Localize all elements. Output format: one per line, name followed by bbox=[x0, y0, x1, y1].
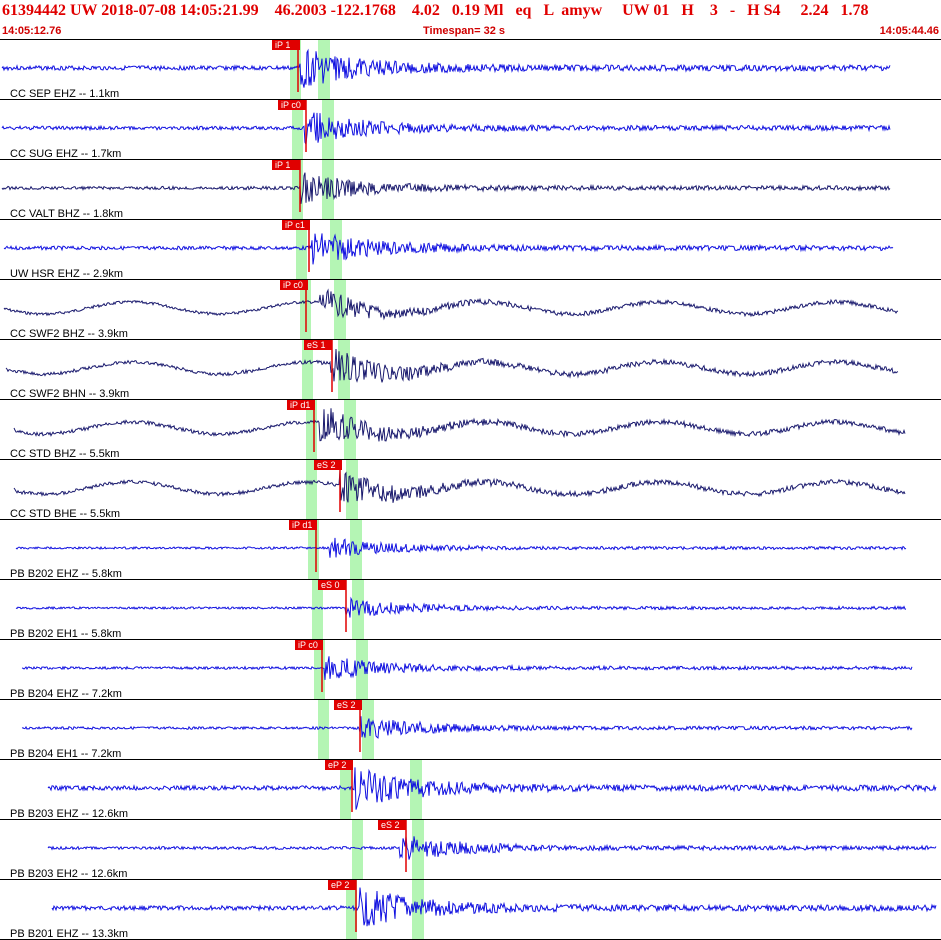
pick-label: eS 2 bbox=[317, 460, 336, 470]
waveform bbox=[21, 656, 913, 680]
pick-label: eS 2 bbox=[337, 700, 356, 710]
trace-row[interactable]: iP 1 CC SEP EHZ -- 1.1km bbox=[0, 40, 941, 100]
trace-row[interactable]: iP 1 CC VALT BHZ -- 1.8km bbox=[0, 160, 941, 220]
waveform bbox=[21, 716, 913, 739]
pick-label: iP 1 bbox=[275, 40, 290, 50]
waveform bbox=[13, 408, 906, 442]
waveform bbox=[15, 596, 907, 618]
station-label: CC STD BHZ -- 5.5km bbox=[10, 448, 119, 460]
station-label: PB B203 EHZ -- 12.6km bbox=[10, 808, 128, 820]
waveform bbox=[47, 767, 937, 810]
station-label: CC SWF2 BHZ -- 3.9km bbox=[10, 328, 128, 340]
pick-label: eP 2 bbox=[328, 760, 346, 770]
waveform bbox=[1, 172, 891, 204]
waveform bbox=[3, 288, 899, 321]
waveform bbox=[13, 470, 906, 503]
pick-window-s bbox=[362, 700, 374, 760]
pick-label: eS 0 bbox=[321, 580, 340, 590]
pick-label: iP d1 bbox=[290, 400, 310, 410]
pick-label: iP c0 bbox=[283, 280, 303, 290]
trace-row[interactable]: eS 1 CC SWF2 BHN -- 3.9km bbox=[0, 340, 941, 400]
station-label: PB B204 EHZ -- 7.2km bbox=[10, 688, 122, 700]
waveform bbox=[47, 836, 937, 860]
waveform bbox=[15, 537, 907, 558]
trace-row[interactable]: iP c0 PB B204 EHZ -- 7.2km bbox=[0, 640, 941, 700]
station-label: CC VALT BHZ -- 1.8km bbox=[10, 208, 123, 220]
trace-row[interactable]: iP c0 CC SWF2 BHZ -- 3.9km bbox=[0, 280, 941, 340]
trace-row[interactable]: eS 2 PB B204 EH1 -- 7.2km bbox=[0, 700, 941, 760]
waveform bbox=[1, 112, 891, 146]
trace-row[interactable]: eP 2 PB B201 EHZ -- 13.3km bbox=[0, 880, 941, 940]
pick-label: iP c0 bbox=[298, 640, 318, 650]
pick-label: iP c0 bbox=[281, 100, 301, 110]
timespan: Timespan= 32 s bbox=[423, 25, 506, 37]
station-label: PB B204 EH1 -- 7.2km bbox=[10, 748, 121, 760]
trace-row[interactable]: eS 0 PB B202 EH1 -- 5.8km bbox=[0, 580, 941, 640]
event-title: 61394442 UW 2018-07-08 14:05:21.99 46.20… bbox=[2, 2, 869, 19]
waveform bbox=[1, 48, 891, 88]
station-label: PB B203 EH2 -- 12.6km bbox=[10, 868, 127, 880]
waveform bbox=[51, 887, 937, 927]
station-label: PB B201 EHZ -- 13.3km bbox=[10, 928, 128, 940]
pick-window-s bbox=[330, 220, 342, 280]
waveform bbox=[3, 233, 894, 265]
pick-window-s bbox=[334, 280, 346, 340]
start-time: 14:05:12.76 bbox=[2, 25, 62, 37]
station-label: CC SEP EHZ -- 1.1km bbox=[10, 88, 119, 100]
station-label: CC STD BHE -- 5.5km bbox=[10, 508, 120, 520]
pick-label: eP 2 bbox=[331, 880, 349, 890]
pick-window-p bbox=[318, 700, 329, 760]
station-label: CC SWF2 BHN -- 3.9km bbox=[10, 388, 129, 400]
trace-row[interactable]: iP d1 CC STD BHZ -- 5.5km bbox=[0, 400, 941, 460]
station-label: PB B202 EH1 -- 5.8km bbox=[10, 628, 121, 640]
station-label: UW HSR EHZ -- 2.9km bbox=[10, 268, 123, 280]
trace-row[interactable]: iP c1 UW HSR EHZ -- 2.9km bbox=[0, 220, 941, 280]
seismogram-panel[interactable]: iP 1 CC SEP EHZ -- 1.1km iP c0 CC SUG EHZ -… bbox=[0, 40, 941, 940]
trace-row[interactable]: iP d1 PB B202 EHZ -- 5.8km bbox=[0, 520, 941, 580]
pick-label: iP 1 bbox=[275, 160, 290, 170]
header: 61394442 UW 2018-07-08 14:05:21.99 46.20… bbox=[0, 0, 941, 40]
trace-row[interactable]: eS 2 CC STD BHE -- 5.5km bbox=[0, 460, 941, 520]
pick-label: eS 1 bbox=[307, 340, 326, 350]
end-time: 14:05:44.46 bbox=[879, 25, 939, 37]
station-label: CC SUG EHZ -- 1.7km bbox=[10, 148, 121, 160]
trace-row[interactable]: eS 2 PB B203 EH2 -- 12.6km bbox=[0, 820, 941, 880]
pick-label: iP c1 bbox=[285, 220, 305, 230]
trace-row[interactable]: eP 2 PB B203 EHZ -- 12.6km bbox=[0, 760, 941, 820]
pick-window-p bbox=[352, 820, 363, 880]
station-label: PB B202 EHZ -- 5.8km bbox=[10, 568, 122, 580]
pick-label: iP d1 bbox=[292, 520, 312, 530]
waveform bbox=[5, 348, 899, 383]
pick-label: eS 2 bbox=[381, 820, 400, 830]
trace-row[interactable]: iP c0 CC SUG EHZ -- 1.7km bbox=[0, 100, 941, 160]
